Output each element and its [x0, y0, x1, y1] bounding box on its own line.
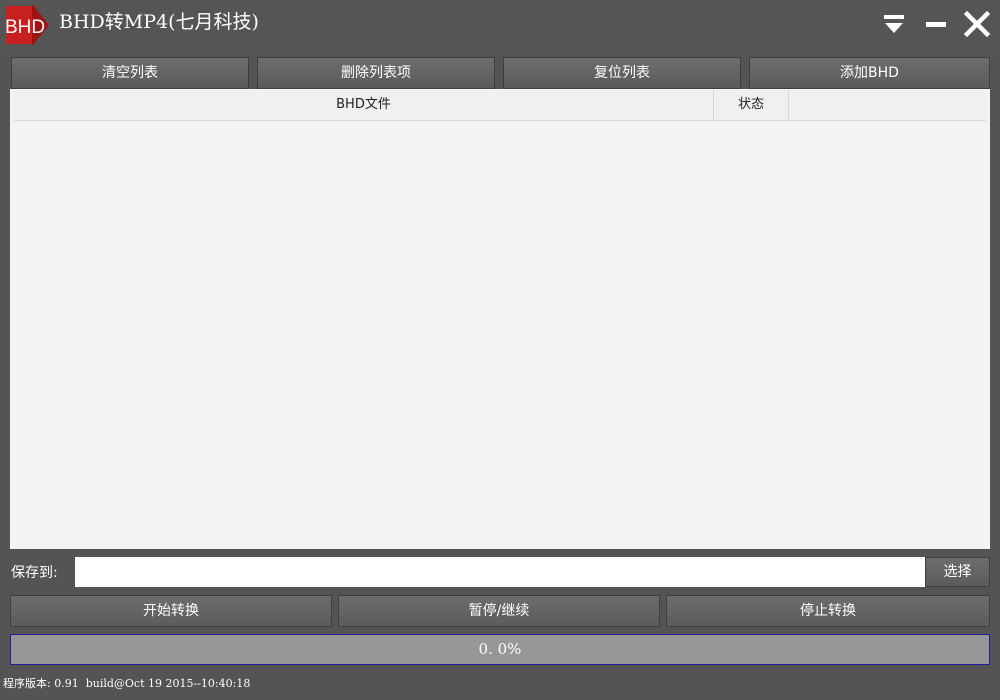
add-bhd-button[interactable]: 添加BHD	[749, 57, 990, 89]
minimize-button[interactable]	[922, 10, 950, 38]
pause-resume-button[interactable]: 暂停/继续	[338, 595, 660, 627]
minimize-to-tray-icon	[884, 15, 904, 33]
column-header-empty	[789, 90, 986, 120]
app-title: BHD转MP4(七月科技)	[59, 11, 259, 33]
column-header-bhd-file[interactable]: BHD文件	[14, 90, 714, 120]
svg-text:BHD: BHD	[5, 17, 45, 38]
clear-list-button[interactable]: 清空列表	[11, 57, 249, 89]
column-header-status[interactable]: 状态	[714, 90, 789, 120]
list-header: BHD文件 状态	[14, 90, 986, 121]
browse-button[interactable]: 选择	[925, 557, 990, 587]
save-to-label: 保存到:	[11, 565, 58, 581]
app-logo-icon: BHD	[5, 4, 49, 46]
close-icon	[963, 10, 991, 38]
progress-text: 0. 0%	[478, 640, 522, 658]
minimize-to-tray-button[interactable]	[880, 10, 908, 38]
minimize-icon	[926, 22, 946, 27]
save-path-input[interactable]	[75, 557, 925, 587]
reset-list-button[interactable]: 复位列表	[503, 57, 741, 89]
version-info: 程序版本: 0.91 build@Oct 19 2015--10:40:18	[3, 677, 251, 690]
stop-convert-button[interactable]: 停止转换	[666, 595, 990, 627]
close-button[interactable]	[963, 10, 991, 38]
file-list[interactable]: BHD文件 状态	[10, 89, 990, 549]
delete-list-item-button[interactable]: 删除列表项	[257, 57, 495, 89]
progress-bar: 0. 0%	[10, 634, 990, 665]
start-convert-button[interactable]: 开始转换	[10, 595, 332, 627]
title-bar[interactable]: BHD BHD转MP4(七月科技)	[0, 0, 1000, 50]
